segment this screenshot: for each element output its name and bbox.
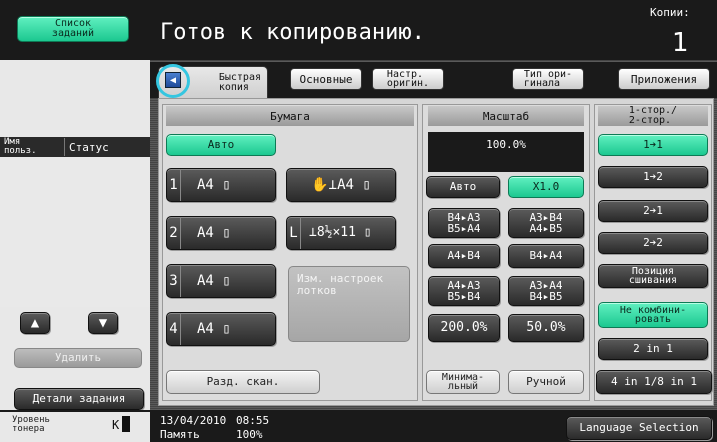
arrow-up-icon: ▲ [30, 314, 40, 331]
duplex-1-2-button[interactable]: 1➔2 [598, 166, 708, 188]
tray-1-button[interactable]: 1 A4 ▯ [166, 168, 276, 202]
bypass-tray-button[interactable]: ✋⊥A4 ▯ [286, 168, 396, 202]
tab-original-type[interactable]: Тип ори- гинала [512, 68, 584, 90]
tab-basic[interactable]: Основные [290, 68, 362, 90]
zoom-preset-a4a3[interactable]: A4▸A3 B5▸B4 [428, 276, 500, 306]
toner-label: Уровень тонера [12, 415, 50, 434]
change-tray-settings-button[interactable]: Изм. настроек лотков [288, 266, 410, 342]
tray-4-number: 4 [167, 313, 181, 345]
zoom-preset-b4a3[interactable]: B4▸A3 B5▸A4 [428, 208, 500, 238]
zoom-auto-button[interactable]: Авто [426, 176, 500, 198]
zoom-200-button[interactable]: 200.0% [428, 314, 500, 342]
status-date: 13/04/2010 [160, 414, 227, 427]
combine-4in1-button[interactable]: 4 in 1/8 in 1 [596, 370, 712, 394]
paper-heading: Бумага [166, 106, 414, 126]
tab-basic-label: Основные [299, 72, 353, 86]
scroll-up-button[interactable]: ▲ [20, 312, 50, 334]
zoom-heading: Масштаб [428, 106, 584, 126]
job-details-button[interactable]: Детали задания [14, 388, 144, 410]
duplex-1-1-button[interactable]: 1➔1 [598, 134, 708, 156]
tab-quick-copy-label: Быстрая копия [218, 71, 261, 93]
copies-label: Копии: [650, 6, 690, 19]
status-time: 08:55 [236, 414, 270, 427]
duplex-2-1-button[interactable]: 2➔1 [598, 200, 708, 222]
tab-applications[interactable]: Приложения [618, 68, 710, 90]
tray-3-number: 3 [167, 265, 181, 297]
zoom-minimal-button[interactable]: Минима- льный [426, 370, 500, 394]
job-list-button[interactable]: Список заданий [17, 16, 129, 42]
tray-2-button[interactable]: 2 A4 ▯ [166, 216, 276, 250]
zoom-preset-a3b4[interactable]: A3▸B4 A4▸B5 [508, 208, 584, 238]
tray-4-label: A4 ▯ [197, 320, 231, 337]
page-title: Готов к копированию. [160, 20, 425, 45]
toner-value: K [112, 418, 120, 432]
tray-1-label: A4 ▯ [197, 176, 231, 193]
large-tray-label: ⊥8½×11 ▯ [309, 225, 372, 241]
binding-position-button[interactable]: Позиция сшивания [598, 264, 708, 288]
tray-3-button[interactable]: 3 A4 ▯ [166, 264, 276, 298]
zoom-manual-button[interactable]: Ручной [508, 370, 584, 394]
arrow-down-icon: ▼ [98, 314, 108, 331]
tray-2-label: A4 ▯ [197, 224, 231, 241]
tray-2-number: 2 [167, 217, 181, 249]
toner-level-bar [122, 416, 130, 432]
zoom-display: 100.0% [428, 132, 584, 172]
tray-1-number: 1 [167, 169, 181, 201]
copies-value: 1 [672, 28, 689, 58]
zoom-preset-a3a4[interactable]: A3▸A4 B4▸B5 [508, 276, 584, 306]
tab-applications-label: Приложения [630, 72, 698, 86]
tray-3-label: A4 ▯ [197, 272, 231, 289]
combine-2in1-button[interactable]: 2 in 1 [598, 338, 708, 360]
status-tab[interactable]: Статус [64, 138, 124, 156]
tray-4-button[interactable]: 4 A4 ▯ [166, 312, 276, 346]
tab-original-settings-label: Настр. оригин. [386, 69, 430, 89]
job-list-area [0, 157, 150, 307]
zoom-preset-a4b4[interactable]: A4▸B4 [428, 244, 500, 268]
tab-original-settings[interactable]: Настр. оригин. [372, 68, 444, 90]
no-combine-button[interactable]: Не комбини- ровать [598, 302, 708, 328]
duplex-heading: 1-стор./ 2-стор. [598, 106, 708, 126]
large-tray-number: L [287, 217, 301, 249]
memory-value: 100% [236, 428, 263, 441]
large-tray-button[interactable]: L ⊥8½×11 ▯ [286, 216, 396, 250]
memory-label: Память [160, 428, 200, 441]
user-tab[interactable]: Имя польз. [2, 138, 56, 156]
back-arrow-icon[interactable]: ◀ [165, 72, 181, 88]
zoom-preset-b4a4[interactable]: B4▸A4 [508, 244, 584, 268]
separate-scan-button[interactable]: Разд. скан. [166, 370, 320, 394]
language-selection-button[interactable]: Language Selection [566, 416, 712, 440]
paper-auto-button[interactable]: Авто [166, 134, 276, 156]
duplex-2-2-button[interactable]: 2➔2 [598, 232, 708, 254]
scroll-down-button[interactable]: ▼ [88, 312, 118, 334]
zoom-x1-button[interactable]: X1.0 [508, 176, 584, 198]
tab-original-type-label: Тип ори- гинала [523, 69, 573, 89]
zoom-50-button[interactable]: 50.0% [508, 314, 584, 342]
delete-button[interactable]: Удалить [14, 348, 142, 368]
